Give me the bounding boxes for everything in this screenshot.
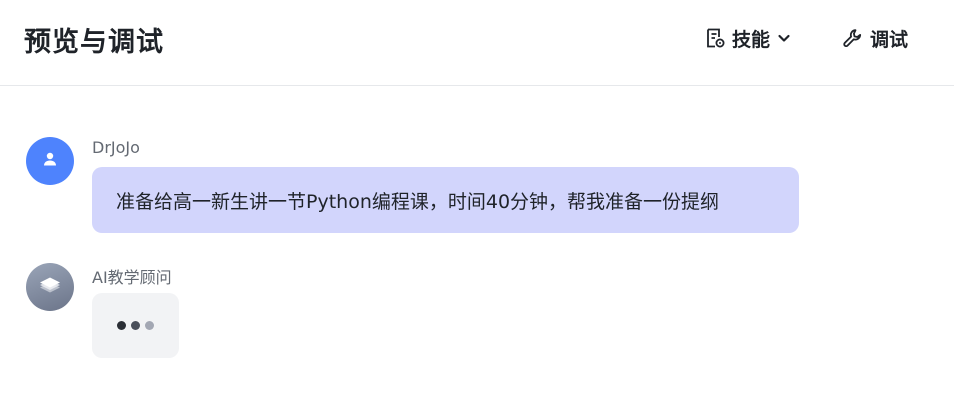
page-title: 预览与调试 — [24, 27, 164, 58]
layers-icon — [35, 270, 65, 304]
header: 预览与调试 技能 调试 — [0, 0, 954, 86]
sender-name: DrJoJo — [92, 138, 140, 157]
skill-document-icon — [704, 27, 726, 49]
typing-indicator — [92, 293, 179, 358]
debug-button[interactable]: 调试 — [842, 24, 908, 52]
wrench-icon — [842, 27, 864, 49]
typing-dot — [131, 321, 140, 330]
debug-label: 调试 — [870, 28, 909, 51]
chevron-down-icon — [776, 30, 792, 46]
skills-dropdown-button[interactable]: 技能 — [704, 24, 792, 52]
sender-name: AI教学顾问 — [92, 268, 172, 287]
user-icon — [41, 150, 59, 172]
avatar — [26, 263, 74, 311]
typing-dot — [145, 321, 154, 330]
avatar — [26, 137, 74, 185]
message-bubble: 准备给高一新生讲一节Python编程课，时间40分钟，帮我准备一份提纲 — [92, 167, 799, 233]
message-text: 准备给高一新生讲一节Python编程课，时间40分钟，帮我准备一份提纲 — [116, 190, 720, 213]
typing-dot — [117, 321, 126, 330]
skills-label: 技能 — [732, 28, 771, 51]
